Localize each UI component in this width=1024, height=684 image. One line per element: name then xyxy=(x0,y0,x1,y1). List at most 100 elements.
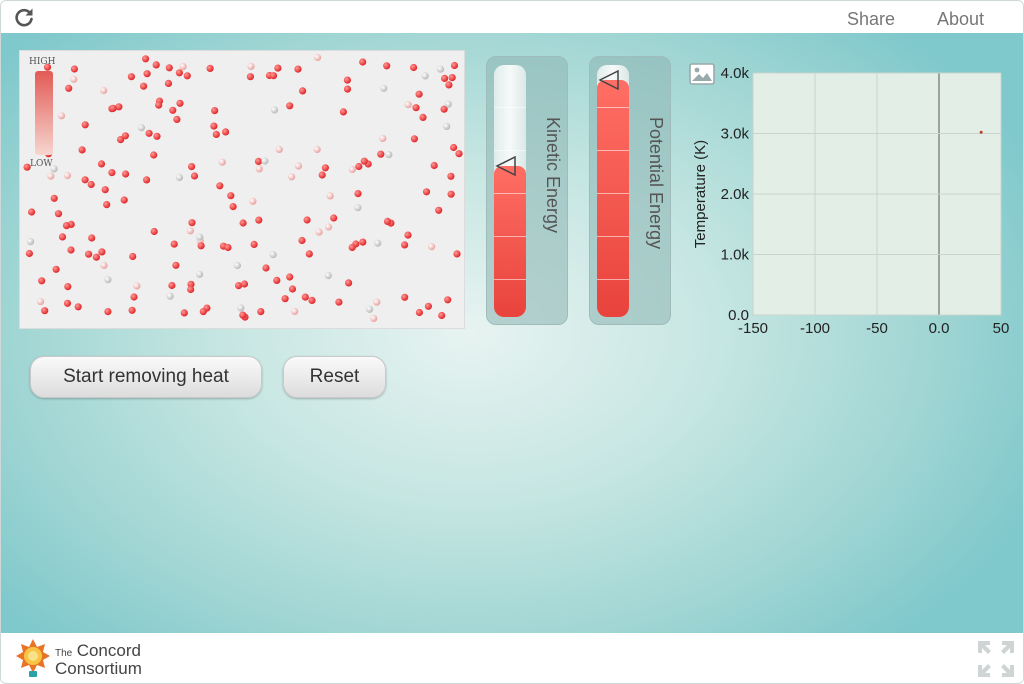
brand-the: The xyxy=(55,648,73,659)
molecule-particle xyxy=(186,227,194,235)
molecule-particle xyxy=(165,64,173,72)
app-frame: Share About HIGH LOW Kinetic Energy Pote… xyxy=(0,0,1024,684)
molecule-particle xyxy=(50,194,58,202)
molecule-particle xyxy=(335,298,343,306)
molecule-particle xyxy=(179,63,187,71)
molecule-particle xyxy=(52,265,60,273)
molecule-particle xyxy=(301,293,309,301)
molecule-particle xyxy=(233,261,241,270)
molecule-particle xyxy=(315,228,323,236)
molecule-particle xyxy=(240,280,249,288)
molecule-particle xyxy=(355,162,363,171)
molecule-particle xyxy=(70,65,78,73)
about-link[interactable]: About xyxy=(937,9,984,30)
molecule-particle xyxy=(63,299,72,307)
molecule-particle xyxy=(412,104,420,112)
molecule-particle xyxy=(85,250,93,258)
molecule-particle xyxy=(100,86,108,95)
molecule-particle xyxy=(428,243,436,251)
molecule-particle xyxy=(366,305,374,313)
molecule-particle xyxy=(444,296,452,304)
concord-consortium-logo-icon[interactable] xyxy=(13,637,53,681)
molecule-particle xyxy=(183,72,191,80)
reset-button[interactable]: Reset xyxy=(283,356,386,398)
molecule-particle xyxy=(108,169,116,177)
molecule-particle xyxy=(377,150,385,158)
molecule-particle xyxy=(81,176,89,184)
molecule-particle xyxy=(415,90,423,98)
molecule-particle xyxy=(343,85,352,93)
molecule-particle xyxy=(343,76,351,84)
molecule-particle xyxy=(401,293,409,301)
kinetic-energy-meter: Kinetic Energy xyxy=(486,56,568,325)
start-removing-heat-button[interactable]: Start removing heat xyxy=(30,356,262,398)
molecule-particle xyxy=(169,106,177,114)
molecule-particle xyxy=(450,61,459,70)
molecule-particle xyxy=(188,163,196,171)
kinetic-energy-gridlines xyxy=(494,65,526,317)
molecule-particle xyxy=(227,192,235,200)
molecule-particle xyxy=(305,250,313,258)
molecule-particle xyxy=(166,292,174,300)
molecule-particle xyxy=(172,261,180,269)
molecule-particle xyxy=(424,302,432,310)
molecule-particle xyxy=(303,216,311,224)
molecule-particle xyxy=(127,73,135,81)
molecule-particle xyxy=(122,170,130,178)
temperature-graph[interactable]: -150-100-500.0500.01.0k2.0k3.0k4.0kTotal… xyxy=(689,63,1009,333)
molecule-particle xyxy=(383,62,391,70)
x-tick-label: -100 xyxy=(800,320,830,333)
brand-line1: Concord xyxy=(76,641,141,660)
molecule-particle xyxy=(321,164,329,172)
molecule-particle xyxy=(109,104,117,112)
share-link[interactable]: Share xyxy=(847,9,895,30)
molecule-particle xyxy=(143,70,151,78)
molecule-particle xyxy=(415,308,423,317)
molecule-particle xyxy=(37,298,45,306)
molecule-particle xyxy=(168,281,176,290)
molecule-particle xyxy=(140,82,148,90)
molecule-particle xyxy=(98,248,106,256)
molecule-particle xyxy=(128,306,136,314)
reload-icon[interactable] xyxy=(13,7,35,29)
molecule-particle xyxy=(187,285,195,294)
molecule-particle xyxy=(121,132,129,140)
graph-canvas: -150-100-500.0500.01.0k2.0k3.0k4.0kTotal… xyxy=(692,65,1009,333)
molecule-particle xyxy=(27,238,35,246)
molecule-particle xyxy=(153,132,161,140)
molecule-particle xyxy=(197,242,205,250)
molecule-particle xyxy=(313,145,321,154)
molecule-particle xyxy=(294,162,303,170)
kinetic-energy-marker-icon xyxy=(495,156,516,176)
molecule-particle xyxy=(422,188,431,196)
molecule-particle xyxy=(170,240,178,248)
molecule-particle xyxy=(65,84,73,92)
molecule-particle xyxy=(255,165,263,173)
molecule-particle xyxy=(401,241,409,249)
data-point xyxy=(979,130,983,134)
molecule-particle xyxy=(176,99,184,107)
molecule-particle xyxy=(448,74,456,82)
fullscreen-icon[interactable] xyxy=(976,639,1016,679)
molecule-particle xyxy=(318,171,326,179)
molecule-particle xyxy=(359,238,367,246)
molecule-particle xyxy=(380,84,388,92)
molecule-particle xyxy=(218,158,226,166)
molecule-particle xyxy=(74,303,82,311)
molecule-particle xyxy=(175,173,184,182)
molecule-particle xyxy=(444,100,452,108)
snapshot-image-icon[interactable] xyxy=(689,63,715,85)
molecule-particle xyxy=(104,308,112,316)
molecule-particle xyxy=(441,74,449,82)
y-tick-label: 1.0k xyxy=(721,247,750,264)
molecule-particle xyxy=(314,53,322,62)
molecule-particle xyxy=(345,279,353,287)
molecule-particle xyxy=(421,72,429,80)
molecule-particle xyxy=(137,124,145,132)
molecule-particle xyxy=(324,272,332,280)
kinetic-energy-tube xyxy=(494,65,526,317)
molecule-simulation[interactable]: HIGH LOW xyxy=(19,50,465,329)
molecule-particle xyxy=(129,252,137,261)
y-tick-label: 3.0k xyxy=(721,126,750,143)
molecule-particle xyxy=(155,101,163,109)
